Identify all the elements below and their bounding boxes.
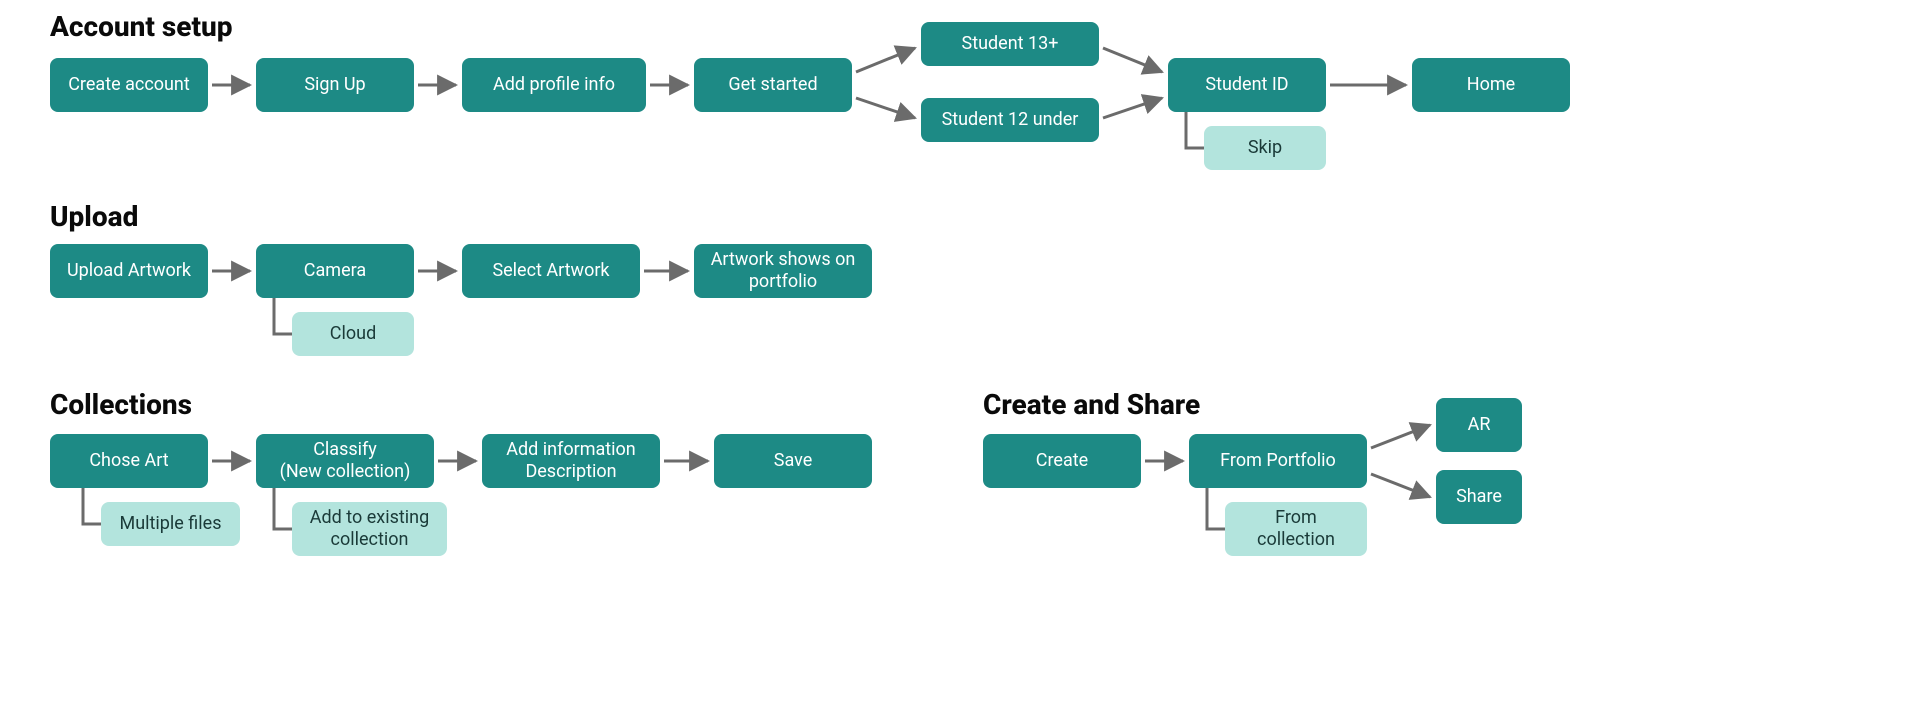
node-add-profile: Add profile info — [462, 58, 646, 112]
node-student-13plus: Student 13+ — [921, 22, 1099, 66]
node-select-artwork: Select Artwork — [462, 244, 640, 298]
section-collections-title: Collections — [50, 388, 192, 421]
node-artwork-shows: Artwork shows on portfolio — [694, 244, 872, 298]
node-create-account: Create account — [50, 58, 208, 112]
node-create: Create — [983, 434, 1141, 488]
node-skip: Skip — [1204, 126, 1326, 170]
node-share: Share — [1436, 470, 1522, 524]
node-from-collection: From collection — [1225, 502, 1367, 556]
node-home: Home — [1412, 58, 1570, 112]
node-camera: Camera — [256, 244, 414, 298]
section-upload-title: Upload — [50, 200, 138, 233]
node-ar: AR — [1436, 398, 1522, 452]
node-student-12under: Student 12 under — [921, 98, 1099, 142]
node-save: Save — [714, 434, 872, 488]
node-classify: Classify (New collection) — [256, 434, 434, 488]
node-add-existing: Add to existing collection — [292, 502, 447, 556]
section-account-setup-title: Account setup — [50, 10, 233, 43]
node-upload-artwork: Upload Artwork — [50, 244, 208, 298]
node-multiple-files: Multiple files — [101, 502, 240, 546]
node-add-info: Add information Description — [482, 434, 660, 488]
node-student-id: Student ID — [1168, 58, 1326, 112]
node-get-started: Get started — [694, 58, 852, 112]
node-from-portfolio: From Portfolio — [1189, 434, 1367, 488]
section-create-share-title: Create and Share — [983, 388, 1200, 421]
node-cloud: Cloud — [292, 312, 414, 356]
node-sign-up: Sign Up — [256, 58, 414, 112]
node-chose-art: Chose Art — [50, 434, 208, 488]
